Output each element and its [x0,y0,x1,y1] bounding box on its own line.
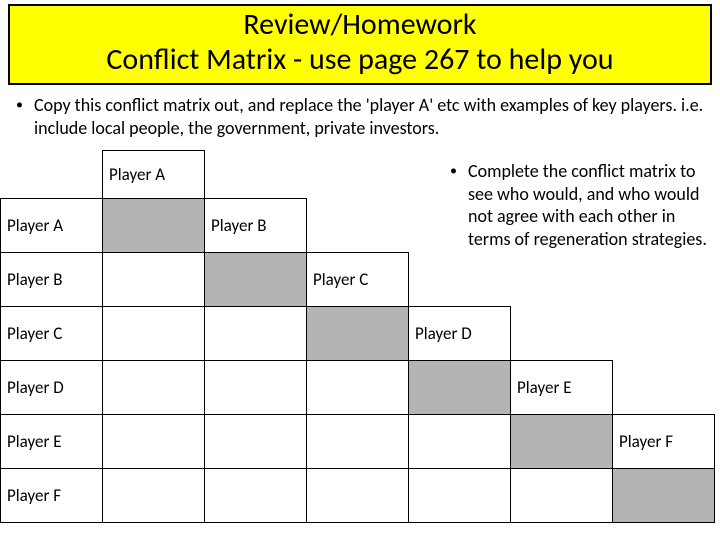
matrix-cell [103,361,205,415]
matrix-cell-diag [103,199,205,253]
intro-bullet: • Copy this conflict matrix out, and rep… [34,94,704,139]
matrix-cell [307,361,409,415]
matrix-col-header-f: Player F [613,415,715,469]
matrix-cell [409,469,511,523]
matrix-row-header-a: Player A [1,199,103,253]
matrix-cell [307,415,409,469]
matrix-col-header-a: Player A [103,151,205,199]
bullet-dot-icon: • [16,96,23,114]
matrix-cell-diag [205,253,307,307]
matrix-cell [103,415,205,469]
matrix-col-header-b: Player B [205,199,307,253]
matrix-cell [103,253,205,307]
matrix-row-header-f: Player F [1,469,103,523]
matrix-row-header-e: Player E [1,415,103,469]
table-row: Player C Player D [1,307,715,361]
matrix-cell [205,415,307,469]
matrix-cell [307,469,409,523]
matrix-col-header-e: Player E [511,361,613,415]
matrix-cell-diag [307,307,409,361]
title-line-2: Conflict Matrix - use page 267 to help y… [14,43,706,78]
table-row: Player F [1,469,715,523]
matrix-cell-diag [409,361,511,415]
matrix-row-header-b: Player B [1,253,103,307]
matrix-corner-blank [1,151,103,199]
matrix-cell [511,469,613,523]
matrix-cell-diag [511,415,613,469]
conflict-matrix-table: Player A Player A Player B Player B Play… [0,150,715,523]
matrix-cell [103,469,205,523]
intro-bullet-text: Copy this conflict matrix out, and repla… [34,94,703,139]
matrix-cell [409,415,511,469]
matrix-row-header-d: Player D [1,361,103,415]
matrix-cell [205,307,307,361]
table-row: Player A [1,151,715,199]
matrix-cell [205,361,307,415]
table-row: Player A Player B [1,199,715,253]
slide: Review/Homework Conflict Matrix - use pa… [0,0,720,540]
matrix-col-header-d: Player D [409,307,511,361]
table-row: Player B Player C [1,253,715,307]
matrix-cell-diag [613,469,715,523]
table-row: Player E Player F [1,415,715,469]
matrix-cell [103,307,205,361]
matrix-cell [205,469,307,523]
matrix-row-header-c: Player C [1,307,103,361]
table-row: Player D Player E [1,361,715,415]
matrix-col-header-c: Player C [307,253,409,307]
title-line-1: Review/Homework [14,8,706,43]
title-box: Review/Homework Conflict Matrix - use pa… [8,4,712,85]
